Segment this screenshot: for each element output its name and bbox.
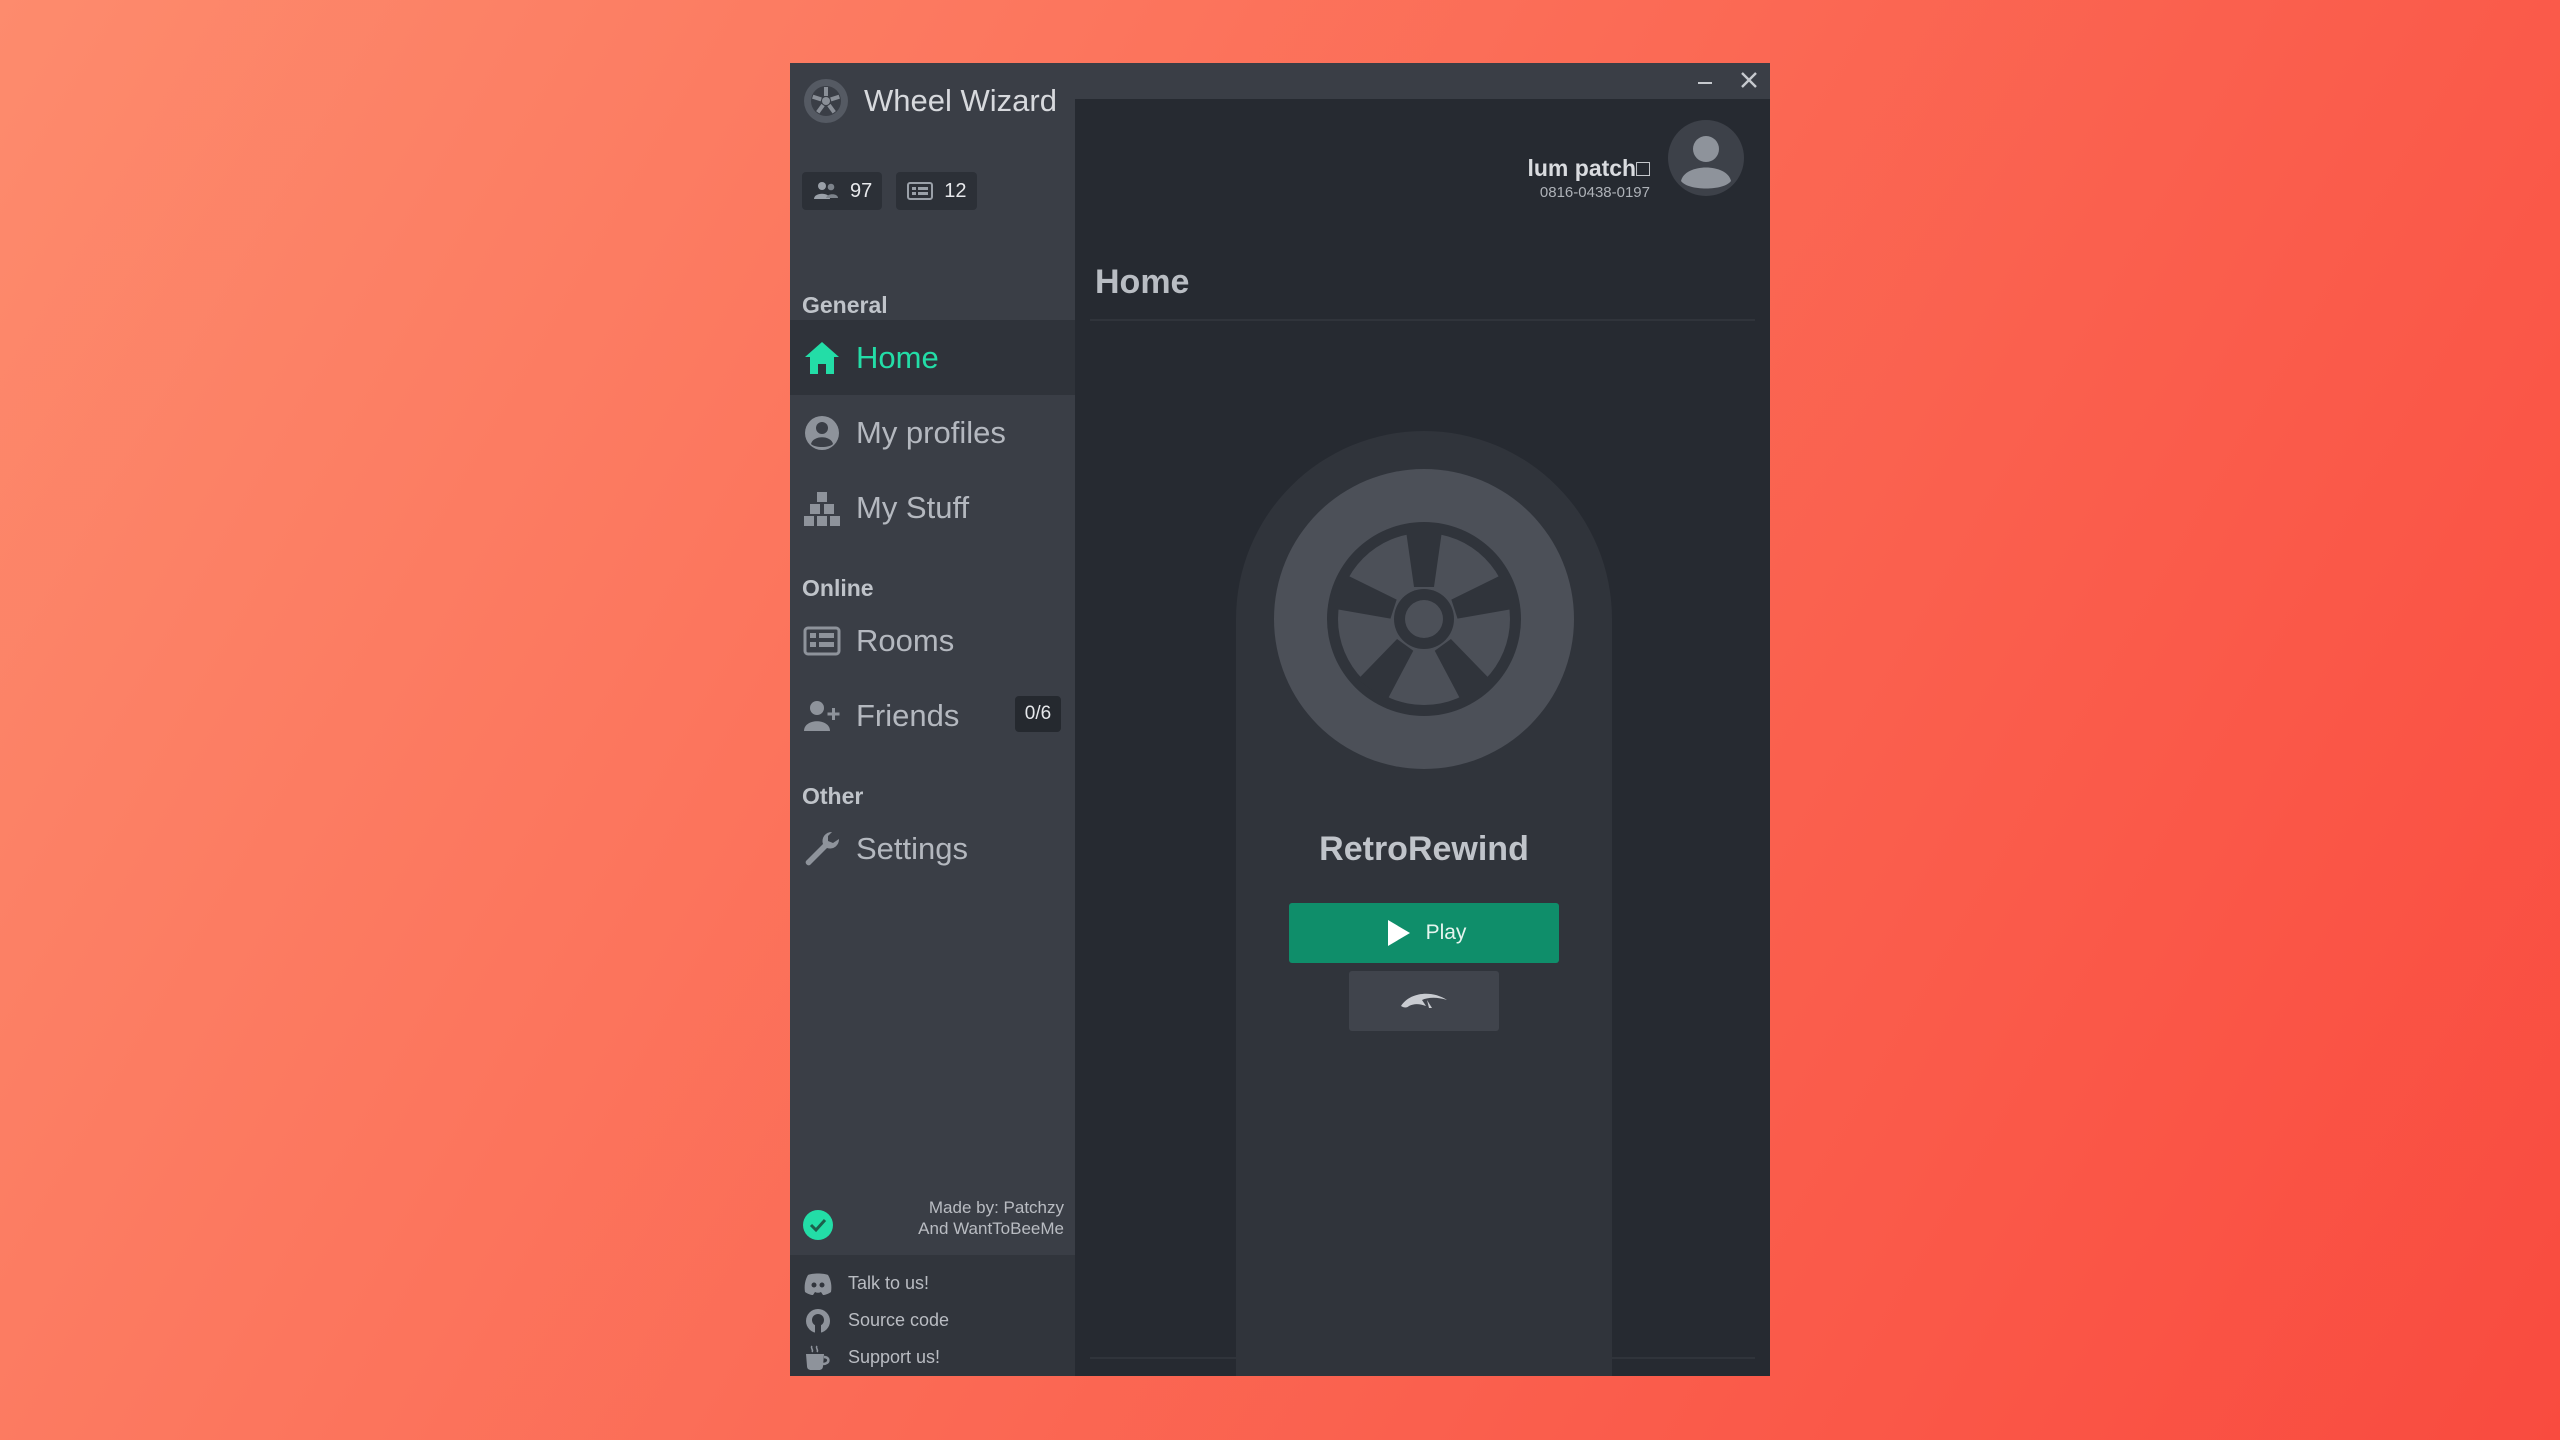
rooms-icon (907, 182, 934, 200)
title-bar[interactable] (1075, 63, 1770, 99)
open-dolphin-button[interactable] (1349, 971, 1499, 1031)
players-online-count: 97 (850, 179, 873, 202)
rooms-open-stat: 12 (896, 172, 977, 210)
source-code-label: Source code (848, 1310, 950, 1330)
play-button[interactable]: Play (1289, 903, 1559, 963)
mod-pack-name: RetroRewind (1319, 830, 1529, 868)
credits-line-1: Made by: Patchzy (928, 1198, 1064, 1217)
wheel-icon (1274, 469, 1574, 769)
sidebar-item-rooms[interactable]: Rooms (790, 603, 1075, 678)
footer-divider (1090, 1357, 1755, 1359)
sidebar-item-label: Home (856, 339, 939, 375)
sidebar-item-settings[interactable]: Settings (790, 811, 1075, 886)
dolphin-icon (1401, 993, 1447, 1008)
footer-links: Talk to us! Source code Support us! (790, 1255, 1075, 1376)
sidebar-item-my-stuff[interactable]: My Stuff (790, 470, 1075, 545)
support-us-link[interactable]: Support us! (802, 1339, 1075, 1376)
page-title: Home (1095, 263, 1190, 301)
check-circle-icon (803, 1210, 833, 1240)
sidebar-item-label: Rooms (856, 622, 955, 658)
source-code-link[interactable]: Source code (802, 1302, 1075, 1339)
credits-text: Made by: Patchzy And WantToBeeMe (918, 1197, 1064, 1239)
sidebar-item-label: Friends (856, 697, 960, 733)
sidebar-item-my-profiles[interactable]: My profiles (790, 395, 1075, 470)
friend-code: 0816-0438-0197 (1539, 184, 1650, 201)
user-name: lum patch□ (1527, 155, 1650, 181)
credits: Made by: Patchzy And WantToBeeMe (802, 1197, 1064, 1249)
sidebar-item-label: My Stuff (856, 489, 970, 525)
header-divider (1090, 319, 1755, 321)
players-online-stat: 97 (802, 172, 883, 210)
wrench-icon (805, 831, 840, 865)
credits-line-2: And WantToBeeMe (918, 1219, 1064, 1238)
sidebar: Wheel Wizard 97 12 General Home My profi… (790, 63, 1075, 1376)
close-icon (1741, 72, 1757, 88)
sidebar-item-home[interactable]: Home (790, 320, 1075, 395)
home-icon (805, 341, 839, 374)
users-icon (814, 182, 838, 199)
avatar-icon[interactable] (1667, 119, 1745, 197)
close-button[interactable] (1734, 67, 1764, 95)
add-user-icon (804, 700, 840, 731)
friends-online-badge: 0/6 (1015, 696, 1061, 732)
talk-to-us-label: Talk to us! (848, 1273, 930, 1293)
rooms-icon (803, 626, 841, 655)
sidebar-item-friends[interactable]: Friends 0/6 (790, 678, 1075, 753)
minimize-icon (1698, 82, 1712, 84)
brand: Wheel Wizard (802, 77, 1057, 125)
section-online: Online (802, 575, 874, 601)
boxes-icon (804, 491, 840, 526)
stats-bar: 97 12 (802, 172, 977, 210)
play-icon (1387, 920, 1410, 946)
app-window: Wheel Wizard 97 12 General Home My profi… (790, 63, 1770, 1376)
section-general: General (802, 292, 888, 318)
section-other: Other (802, 783, 864, 809)
sidebar-item-label: Settings (856, 830, 969, 866)
coffee-icon (806, 1344, 830, 1370)
minimize-button[interactable] (1690, 67, 1720, 95)
app-title: Wheel Wizard (864, 83, 1057, 118)
user-info: lum patch□ 0816-0438-0197 (1527, 155, 1650, 201)
sidebar-item-label: My profiles (856, 414, 1006, 450)
wheel-logo-icon (804, 79, 848, 123)
rooms-open-count: 12 (944, 179, 967, 202)
github-icon (806, 1308, 830, 1334)
discord-icon (804, 1273, 832, 1295)
play-label: Play (1425, 921, 1467, 944)
support-us-label: Support us! (848, 1347, 941, 1367)
talk-to-us-link[interactable]: Talk to us! (802, 1265, 1075, 1302)
user-circle-icon (805, 415, 839, 450)
